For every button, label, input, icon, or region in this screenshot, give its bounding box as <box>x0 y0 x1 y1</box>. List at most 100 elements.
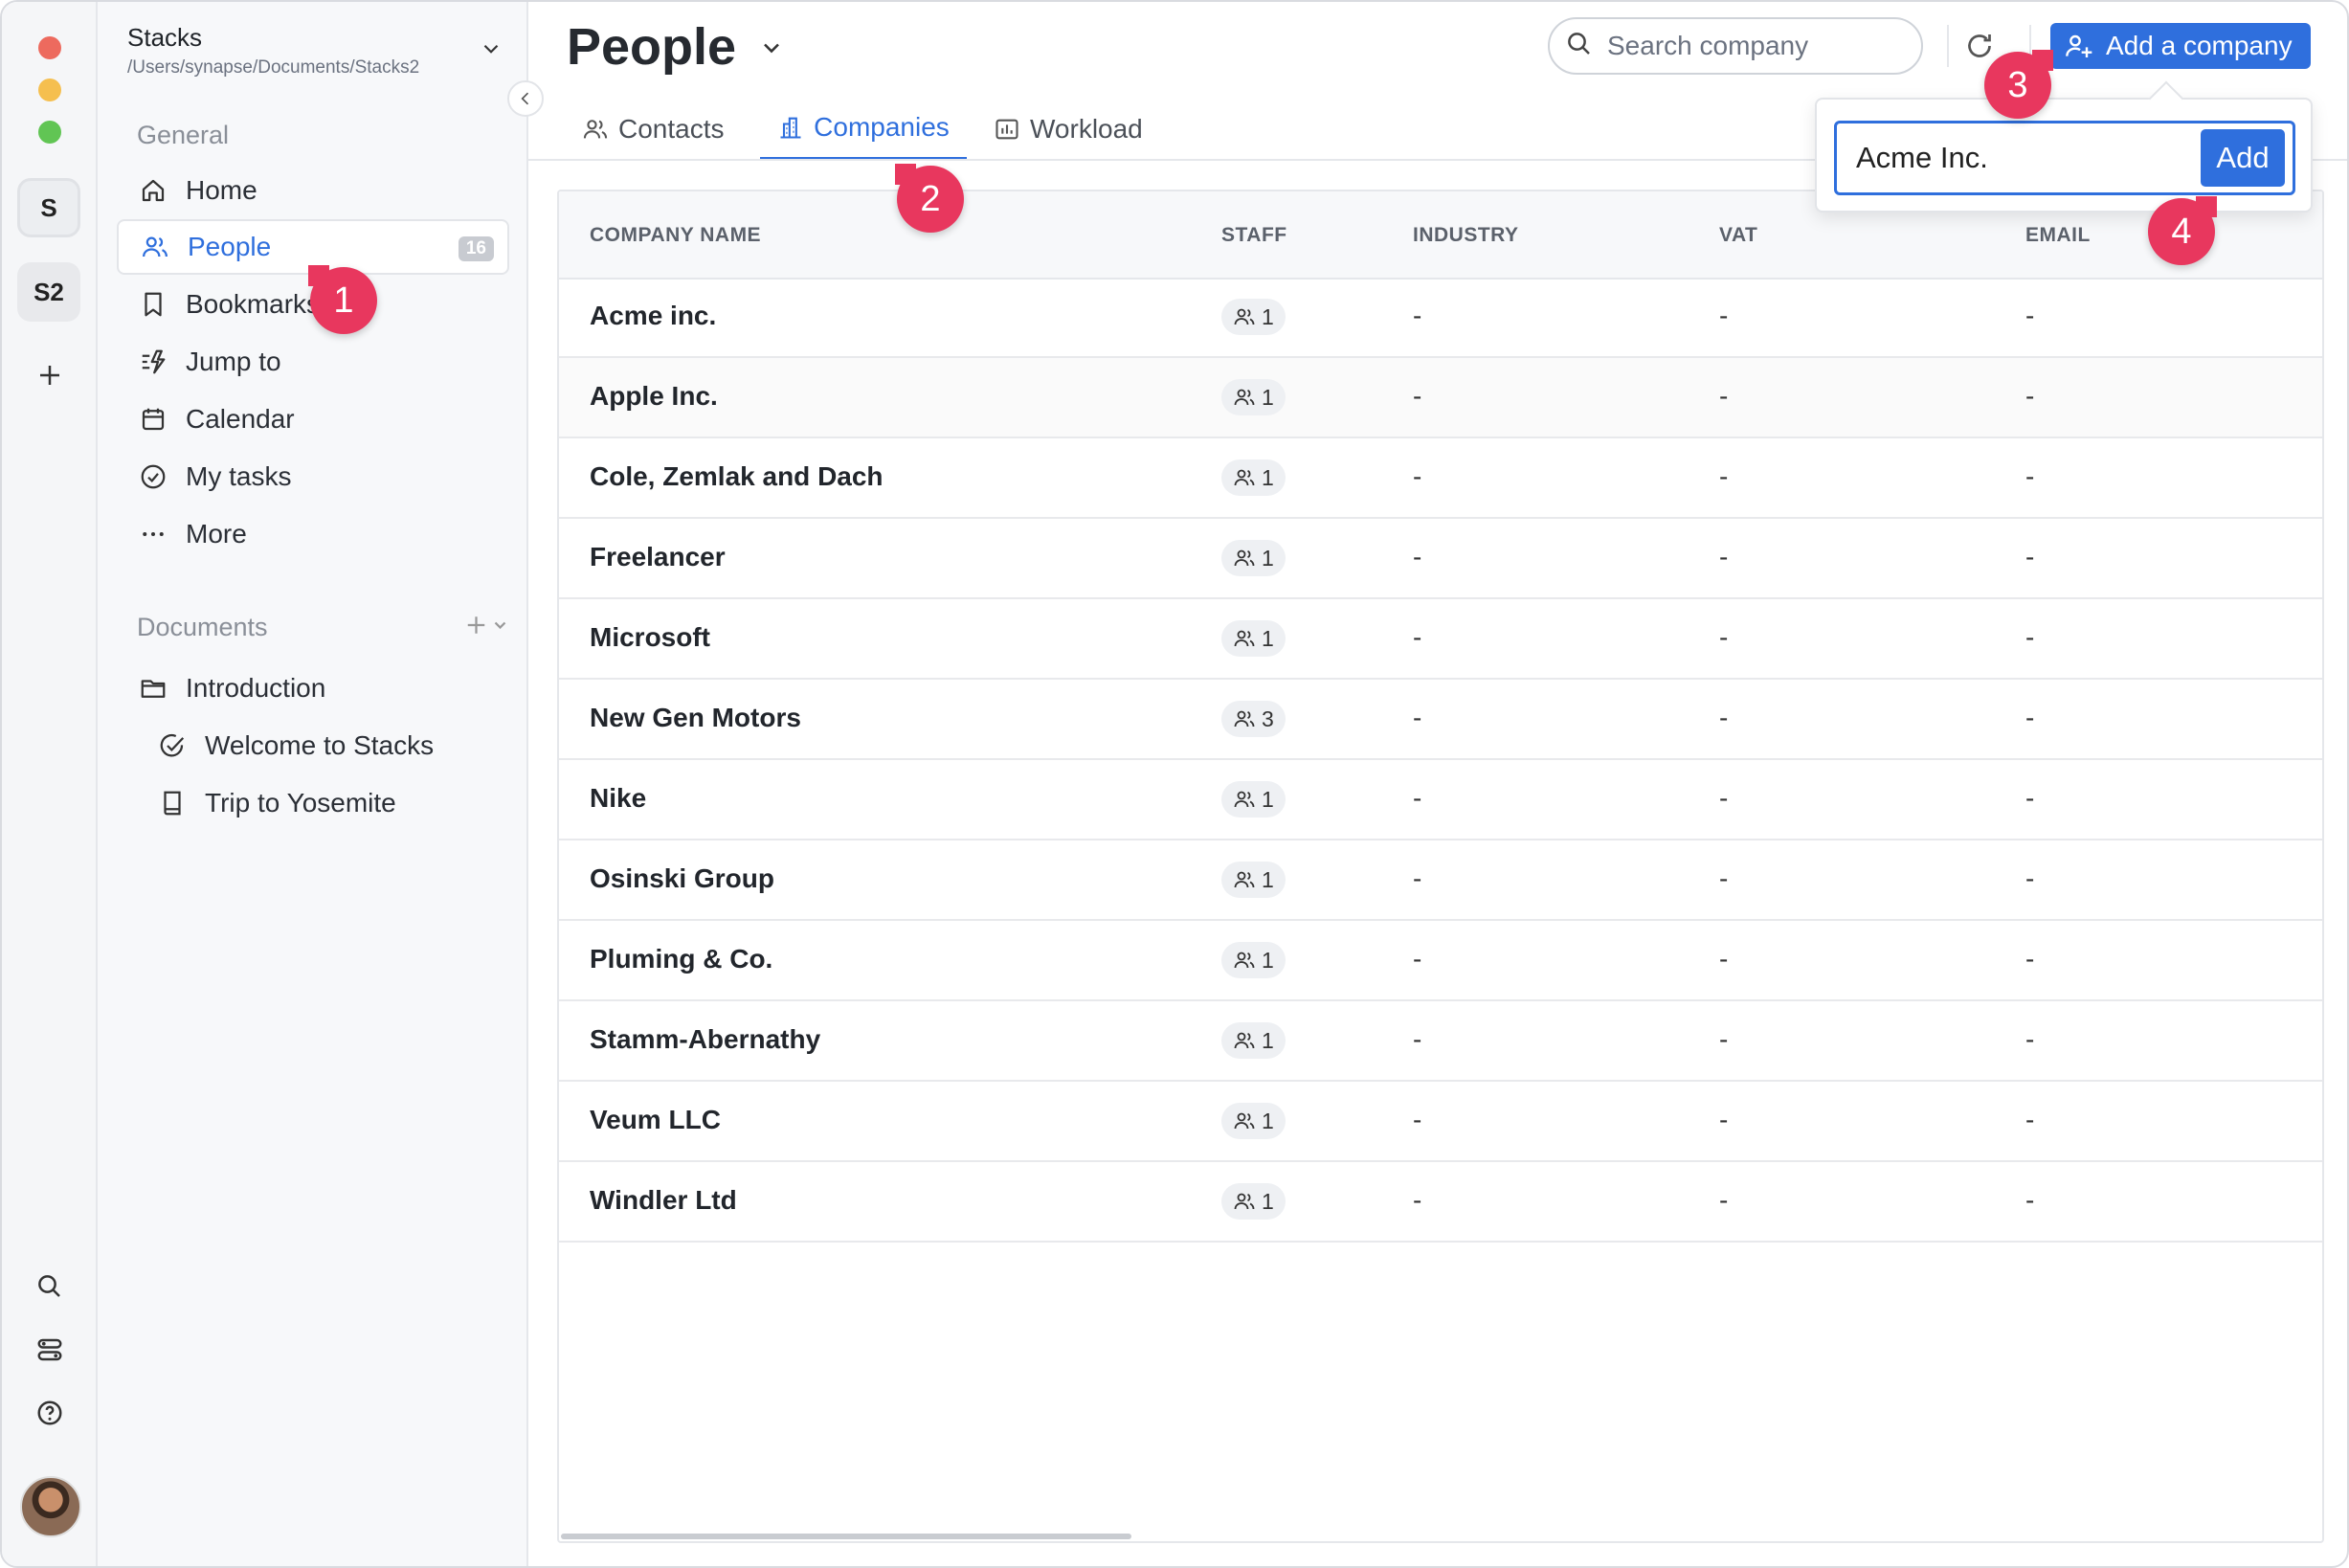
staff-count-badge[interactable]: 1 <box>1221 942 1286 978</box>
staff-count-badge[interactable]: 1 <box>1221 620 1286 657</box>
table-row[interactable]: Freelancer 1 - - - <box>559 519 2322 599</box>
company-name-cell[interactable]: Pluming & Co. <box>590 944 772 974</box>
table-row[interactable]: Nike 1 - - - <box>559 760 2322 840</box>
industry-cell[interactable]: - <box>1413 703 1421 733</box>
document-item-welcome[interactable]: Welcome to Stacks <box>117 718 509 773</box>
industry-cell[interactable]: - <box>1413 863 1421 894</box>
staff-count-badge[interactable]: 1 <box>1221 1183 1286 1220</box>
industry-cell[interactable]: - <box>1413 1024 1421 1055</box>
minimize-window-button[interactable] <box>38 78 61 101</box>
workspace-switcher-s2[interactable]: S2 <box>17 262 80 322</box>
staff-count-badge[interactable]: 1 <box>1221 379 1286 415</box>
company-name-cell[interactable]: Veum LLC <box>590 1105 721 1135</box>
help-icon[interactable] <box>31 1394 69 1432</box>
sidebar-item-jump-to[interactable]: Jump to <box>117 334 509 390</box>
column-header-company-name[interactable]: COMPANY NAME <box>590 224 761 247</box>
staff-count-badge[interactable]: 1 <box>1221 781 1286 818</box>
document-item-trip[interactable]: Trip to Yosemite <box>117 775 509 831</box>
table-row[interactable]: Acme inc. 1 - - - <box>559 278 2322 358</box>
email-cell[interactable]: - <box>2025 622 2034 653</box>
email-cell[interactable]: - <box>2025 703 2034 733</box>
company-name-cell[interactable]: Microsoft <box>590 622 710 653</box>
company-name-cell[interactable]: Windler Ltd <box>590 1185 737 1216</box>
chevron-down-icon[interactable] <box>479 36 503 66</box>
table-row[interactable]: Windler Ltd 1 - - - <box>559 1162 2322 1243</box>
column-header-staff[interactable]: STAFF <box>1221 224 1287 247</box>
staff-count-badge[interactable]: 1 <box>1221 459 1286 496</box>
sidebar-item-home[interactable]: Home <box>117 163 509 218</box>
add-workspace-icon[interactable] <box>31 356 69 394</box>
horizontal-scrollbar[interactable] <box>561 1534 1131 1539</box>
company-name-cell[interactable]: Cole, Zemlak and Dach <box>590 461 884 492</box>
refresh-icon[interactable] <box>1962 29 1997 68</box>
collapse-sidebar-button[interactable] <box>507 80 544 117</box>
industry-cell[interactable]: - <box>1413 461 1421 492</box>
email-cell[interactable]: - <box>2025 944 2034 974</box>
table-row[interactable]: Pluming & Co. 1 - - - <box>559 921 2322 1001</box>
search-icon[interactable] <box>31 1267 69 1306</box>
email-cell[interactable]: - <box>2025 1185 2034 1216</box>
vat-cell[interactable]: - <box>1719 783 1728 814</box>
sidebar-item-more[interactable]: More <box>117 506 509 562</box>
vat-cell[interactable]: - <box>1719 1024 1728 1055</box>
document-item-introduction[interactable]: Introduction <box>117 661 509 716</box>
workspace-switcher-s[interactable]: S <box>17 178 80 237</box>
table-row[interactable]: Microsoft 1 - - - <box>559 599 2322 680</box>
sidebar-item-calendar[interactable]: Calendar <box>117 392 509 447</box>
sidebar-item-my-tasks[interactable]: My tasks <box>117 449 509 504</box>
column-header-email[interactable]: EMAIL <box>2025 224 2091 247</box>
industry-cell[interactable]: - <box>1413 944 1421 974</box>
email-cell[interactable]: - <box>2025 301 2034 331</box>
staff-count-badge[interactable]: 1 <box>1221 540 1286 576</box>
vat-cell[interactable]: - <box>1719 1185 1728 1216</box>
email-cell[interactable]: - <box>2025 1105 2034 1135</box>
add-company-button[interactable]: Add a company <box>2050 23 2311 69</box>
industry-cell[interactable]: - <box>1413 542 1421 572</box>
search-company-field[interactable] <box>1548 17 1923 75</box>
company-name-cell[interactable]: Freelancer <box>590 542 726 572</box>
email-cell[interactable]: - <box>2025 542 2034 572</box>
company-name-input[interactable] <box>1854 140 2183 176</box>
vat-cell[interactable]: - <box>1719 944 1728 974</box>
email-cell[interactable]: - <box>2025 863 2034 894</box>
email-cell[interactable]: - <box>2025 783 2034 814</box>
industry-cell[interactable]: - <box>1413 1185 1421 1216</box>
vat-cell[interactable]: - <box>1719 301 1728 331</box>
staff-count-badge[interactable]: 1 <box>1221 862 1286 898</box>
page-title[interactable]: People <box>567 17 736 77</box>
tab-companies[interactable]: Companies <box>760 98 967 161</box>
vat-cell[interactable]: - <box>1719 381 1728 412</box>
industry-cell[interactable]: - <box>1413 381 1421 412</box>
add-button[interactable]: Add <box>2201 129 2285 187</box>
table-row[interactable]: Apple Inc. 1 - - - <box>559 358 2322 438</box>
table-row[interactable]: Cole, Zemlak and Dach 1 - - - <box>559 438 2322 519</box>
zoom-window-button[interactable] <box>38 121 61 144</box>
add-document-icon[interactable] <box>461 611 515 644</box>
company-name-cell[interactable]: Nike <box>590 783 646 814</box>
table-row[interactable]: Stamm-Abernathy 1 - - - <box>559 1001 2322 1082</box>
industry-cell[interactable]: - <box>1413 1105 1421 1135</box>
industry-cell[interactable]: - <box>1413 622 1421 653</box>
company-name-cell[interactable]: Apple Inc. <box>590 381 718 412</box>
staff-count-badge[interactable]: 1 <box>1221 1103 1286 1139</box>
email-cell[interactable]: - <box>2025 381 2034 412</box>
table-row[interactable]: Osinski Group 1 - - - <box>559 840 2322 921</box>
workspace-title[interactable]: Stacks <box>127 23 202 53</box>
close-window-button[interactable] <box>38 36 61 59</box>
vat-cell[interactable]: - <box>1719 461 1728 492</box>
tab-workload[interactable]: Workload <box>994 98 1143 161</box>
column-header-industry[interactable]: INDUSTRY <box>1413 224 1519 247</box>
vat-cell[interactable]: - <box>1719 1105 1728 1135</box>
chevron-down-icon[interactable] <box>758 34 785 66</box>
industry-cell[interactable]: - <box>1413 301 1421 331</box>
vat-cell[interactable]: - <box>1719 542 1728 572</box>
staff-count-badge[interactable]: 1 <box>1221 299 1286 335</box>
company-name-cell[interactable]: New Gen Motors <box>590 703 801 733</box>
vat-cell[interactable]: - <box>1719 622 1728 653</box>
email-cell[interactable]: - <box>2025 461 2034 492</box>
company-name-cell[interactable]: Acme inc. <box>590 301 716 331</box>
table-row[interactable]: New Gen Motors 3 - - - <box>559 680 2322 760</box>
company-name-cell[interactable]: Osinski Group <box>590 863 774 894</box>
table-row[interactable]: Veum LLC 1 - - - <box>559 1082 2322 1162</box>
email-cell[interactable]: - <box>2025 1024 2034 1055</box>
